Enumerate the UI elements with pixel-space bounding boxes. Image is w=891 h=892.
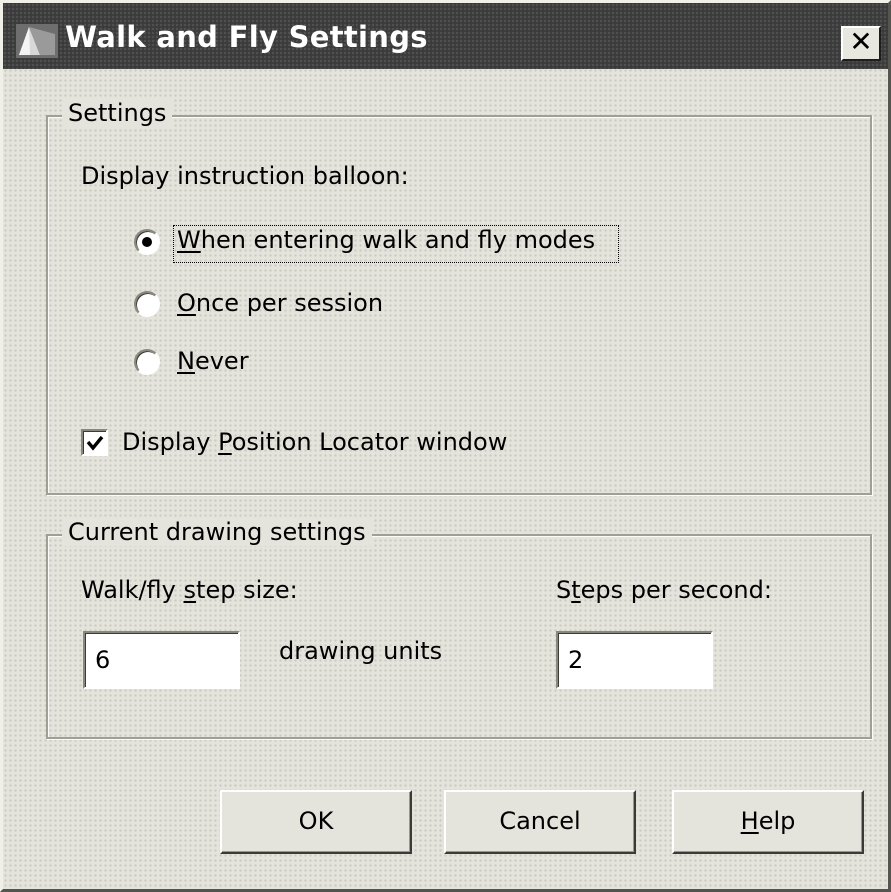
radio-when-entering-label[interactable]: When entering walk and fly modes: [177, 226, 595, 254]
steps-per-second-label: Steps per second:: [556, 576, 772, 604]
title-bar[interactable]: Walk and Fly Settings ✕: [3, 3, 888, 69]
radio-once-per-session-label[interactable]: Once per session: [177, 289, 383, 317]
drawing-settings-legend: Current drawing settings: [62, 518, 372, 546]
help-button[interactable]: Help: [672, 790, 864, 854]
radio-when-entering[interactable]: [134, 229, 160, 255]
close-icon[interactable]: ✕: [841, 26, 881, 61]
radio-never[interactable]: [134, 349, 160, 375]
drawing-units-label: drawing units: [279, 637, 443, 665]
radio-once-per-session[interactable]: [134, 291, 160, 317]
checkmark-icon: [86, 435, 104, 451]
position-locator-label[interactable]: Display Position Locator window: [122, 428, 507, 456]
walk-fly-settings-dialog: Walk and Fly Settings ✕ Settings Display…: [0, 0, 891, 892]
settings-legend: Settings: [62, 99, 173, 127]
cancel-button[interactable]: Cancel: [444, 790, 636, 854]
radio-never-label[interactable]: Never: [177, 347, 249, 375]
steps-per-second-input[interactable]: [556, 631, 713, 689]
position-locator-checkbox[interactable]: [81, 429, 108, 456]
balloon-label: Display instruction balloon:: [81, 162, 409, 190]
step-size-label: Walk/fly step size:: [81, 576, 298, 604]
app-icon: [16, 24, 58, 58]
ok-button[interactable]: OK: [220, 790, 412, 854]
radio-selected-dot: [142, 237, 152, 247]
step-size-input[interactable]: [83, 631, 240, 689]
window-title: Walk and Fly Settings: [65, 20, 428, 54]
